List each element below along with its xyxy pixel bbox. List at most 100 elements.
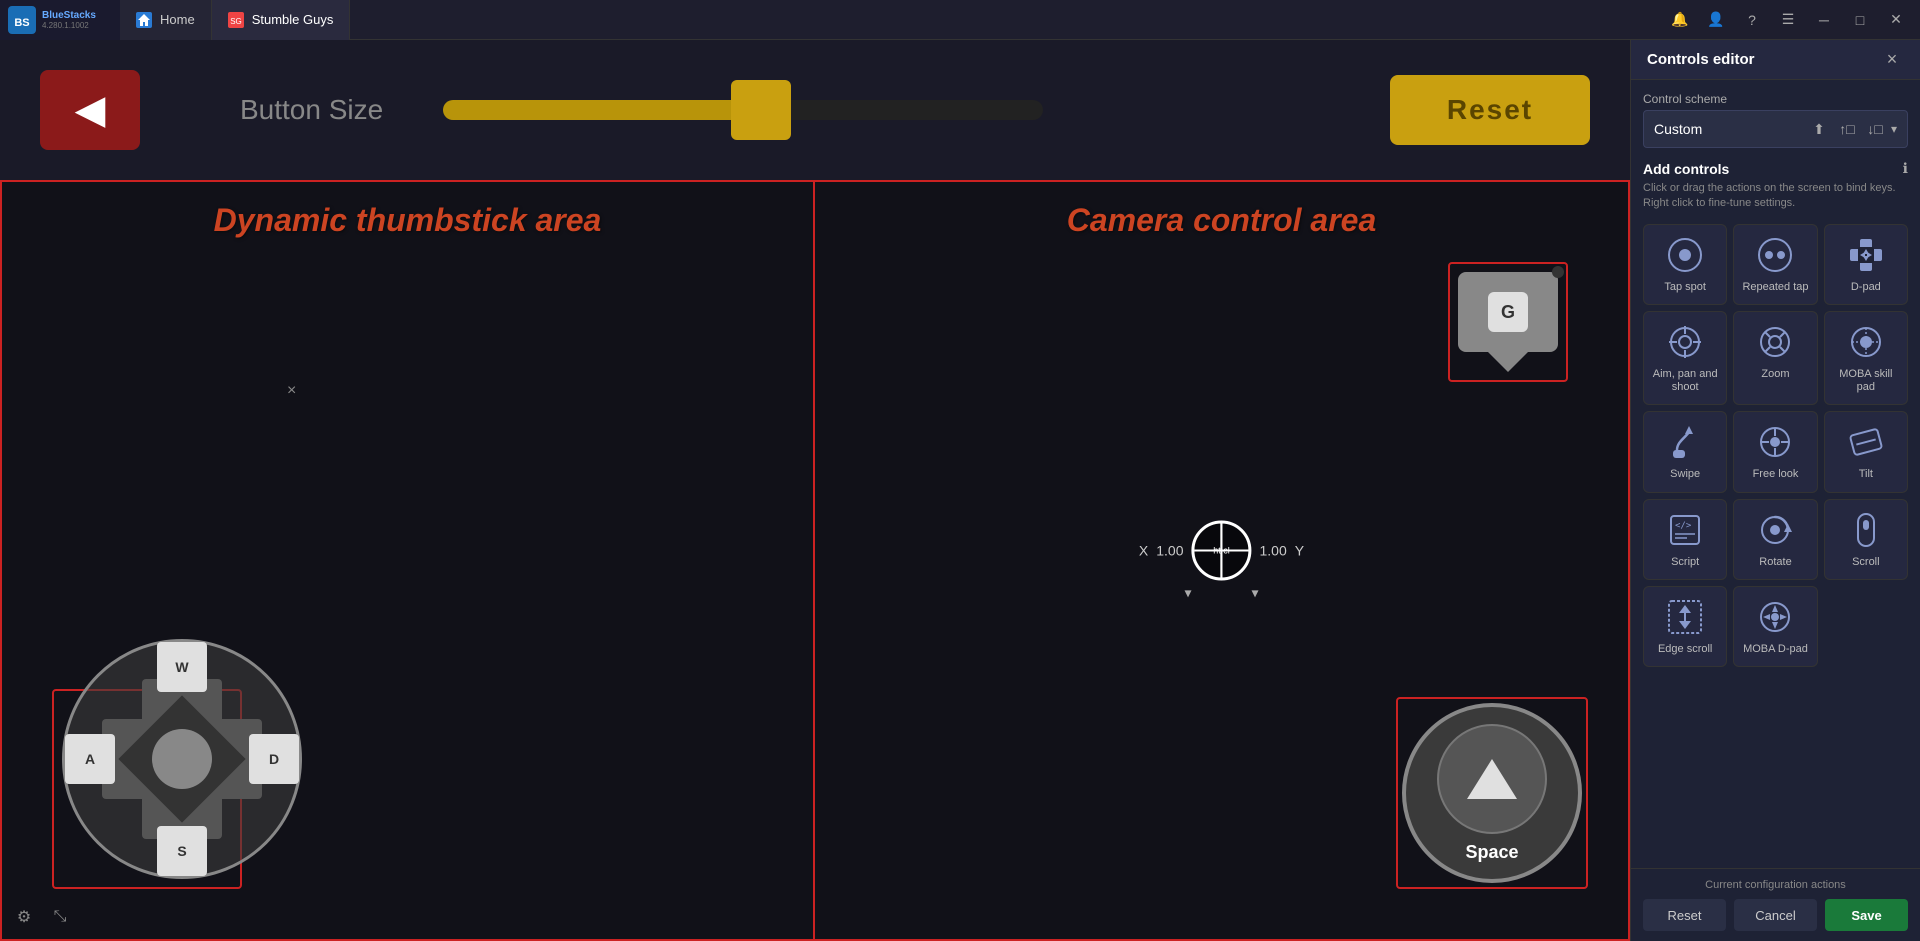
- back-button[interactable]: ◀: [40, 70, 140, 150]
- swipe-label: Swipe: [1670, 468, 1700, 481]
- script-label: Script: [1671, 556, 1699, 569]
- edge-scroll-label: Edge scroll: [1658, 643, 1712, 656]
- tab-home[interactable]: Home: [120, 0, 212, 40]
- y-coord-value: 1.00: [1260, 542, 1287, 558]
- slider-thumb[interactable]: [731, 80, 791, 140]
- control-rotate[interactable]: Rotate: [1733, 499, 1817, 580]
- app-logo: BS BlueStacks 4.280.1.1002: [0, 0, 120, 40]
- footer-buttons: Reset Cancel Save: [1643, 899, 1908, 931]
- close-btn[interactable]: ✕: [1880, 4, 1912, 36]
- add-controls-info: Click or drag the actions on the screen …: [1643, 181, 1908, 212]
- swipe-icon: [1665, 422, 1705, 462]
- control-zoom[interactable]: Zoom: [1733, 311, 1817, 405]
- maximize-btn[interactable]: □: [1844, 4, 1876, 36]
- add-controls-info-btn[interactable]: ℹ: [1903, 160, 1908, 177]
- footer-config-label: Current configuration actions: [1643, 879, 1908, 891]
- button-g-tail: [1488, 352, 1528, 372]
- top-bar: ◀ Button Size Reset: [0, 40, 1630, 180]
- account-btn[interactable]: 👤: [1700, 4, 1732, 36]
- game-area: ◀ Button Size Reset Dynamic thumbstick a…: [0, 40, 1630, 941]
- bottom-icons: ⚙ ⤡: [10, 903, 74, 931]
- help-btn[interactable]: ?: [1736, 4, 1768, 36]
- control-tap-spot[interactable]: Tap spot: [1643, 224, 1727, 305]
- coord-arrows: ▾ ▾: [1184, 584, 1258, 601]
- button-size-label: Button Size: [240, 94, 383, 126]
- dpad-outer-ring: W S A D: [62, 639, 302, 879]
- footer-save-btn[interactable]: Save: [1825, 899, 1908, 931]
- button-g-container: G: [1448, 262, 1568, 382]
- scheme-import-btn[interactable]: ↓□: [1863, 117, 1887, 141]
- control-swipe[interactable]: Swipe: [1643, 411, 1727, 492]
- left-zone-label: Dynamic thumbstick area: [214, 202, 602, 239]
- tap-spot-label: Tap spot: [1664, 281, 1706, 294]
- footer-cancel-btn[interactable]: Cancel: [1734, 899, 1817, 931]
- button-size-slider[interactable]: [443, 100, 1043, 120]
- dpad-control-icon: [1846, 235, 1886, 275]
- minimize-btn[interactable]: ─: [1808, 4, 1840, 36]
- control-edge-scroll[interactable]: Edge scroll: [1643, 586, 1727, 667]
- panel-body: Control scheme Custom ⬆ ↑□ ↓□ ▾ Add cont…: [1631, 80, 1920, 868]
- space-button-container: Space: [1396, 697, 1588, 889]
- menu-btn[interactable]: ☰: [1772, 4, 1804, 36]
- button-g-dot: [1552, 266, 1564, 278]
- reset-button-label: Reset: [1447, 94, 1533, 126]
- svg-text:</>: </>: [1675, 521, 1692, 531]
- button-g[interactable]: G: [1458, 272, 1558, 352]
- tab-game[interactable]: SG Stumble Guys: [212, 0, 351, 40]
- delete-x-marker[interactable]: ×: [287, 382, 296, 400]
- notification-btn[interactable]: 🔔: [1664, 4, 1696, 36]
- dpad-right-btn[interactable]: D: [249, 734, 299, 784]
- control-dpad[interactable]: D-pad: [1824, 224, 1908, 305]
- freelook-label: Free look: [1753, 468, 1799, 481]
- control-tilt[interactable]: Tilt: [1824, 411, 1908, 492]
- panel-close-btn[interactable]: ×: [1880, 48, 1904, 72]
- control-script[interactable]: </> Script: [1643, 499, 1727, 580]
- x-coord-label: X: [1139, 542, 1148, 558]
- dpad-left-btn[interactable]: A: [65, 734, 115, 784]
- dpad-center: [152, 729, 212, 789]
- dpad-down-btn[interactable]: S: [157, 826, 207, 876]
- control-moba-skill[interactable]: MOBA skill pad: [1824, 311, 1908, 405]
- slider-track: [443, 100, 1043, 120]
- moba-skill-label: MOBA skill pad: [1831, 368, 1901, 394]
- scheme-upload-btn[interactable]: ⬆: [1807, 117, 1831, 141]
- space-key-label: Space: [1465, 842, 1518, 863]
- control-moba-dpad[interactable]: MOBA D-pad: [1733, 586, 1817, 667]
- dpad-up-btn[interactable]: W: [157, 642, 207, 692]
- scheme-select[interactable]: Custom ⬆ ↑□ ↓□ ▾: [1643, 110, 1908, 148]
- settings-icon[interactable]: ⚙: [10, 903, 38, 931]
- y-down-arrow[interactable]: ▾: [1252, 584, 1259, 601]
- x-down-arrow[interactable]: ▾: [1184, 584, 1191, 601]
- footer-reset-btn[interactable]: Reset: [1643, 899, 1726, 931]
- reset-button[interactable]: Reset: [1390, 75, 1590, 145]
- tilt-icon: [1846, 422, 1886, 462]
- control-freelook[interactable]: Free look: [1733, 411, 1817, 492]
- slider-fill: [443, 100, 773, 120]
- game-tab-icon: SG: [228, 12, 244, 28]
- controls-grid: Tap spot Repeated tap: [1643, 224, 1908, 667]
- crosshair-circle[interactable]: ht cl: [1192, 520, 1252, 580]
- app-version: 4.280.1.1002: [42, 21, 96, 30]
- expand-icon[interactable]: ⤡: [46, 903, 74, 931]
- control-scroll[interactable]: Scroll: [1824, 499, 1908, 580]
- crosshair-center-label: ht cl: [1213, 545, 1230, 555]
- scheme-export-btn[interactable]: ↑□: [1835, 117, 1859, 141]
- tab-home-label: Home: [160, 12, 195, 27]
- scheme-name: Custom: [1654, 121, 1803, 137]
- panel-footer: Current configuration actions Reset Canc…: [1631, 868, 1920, 941]
- control-repeated-tap[interactable]: Repeated tap: [1733, 224, 1817, 305]
- titlebar-actions: 🔔 👤 ? ☰ ─ □ ✕: [1664, 4, 1920, 36]
- aim-label: Aim, pan and shoot: [1650, 368, 1720, 394]
- dpad-control-label: D-pad: [1851, 281, 1881, 294]
- scheme-dropdown-arrow[interactable]: ▾: [1891, 122, 1897, 136]
- tilt-label: Tilt: [1859, 468, 1873, 481]
- scroll-icon: [1846, 510, 1886, 550]
- back-arrow-icon: ◀: [75, 87, 106, 133]
- freelook-icon: [1755, 422, 1795, 462]
- control-aim[interactable]: Aim, pan and shoot: [1643, 311, 1727, 405]
- titlebar: BS BlueStacks 4.280.1.1002 Home SG Stumb…: [0, 0, 1920, 40]
- crosshair-container: X 1.00 ht cl 1.00 Y ▾ ▾: [1139, 520, 1304, 601]
- svg-text:BS: BS: [14, 17, 29, 29]
- space-circle[interactable]: Space: [1402, 703, 1582, 883]
- left-zone: Dynamic thumbstick area × W S: [0, 180, 815, 941]
